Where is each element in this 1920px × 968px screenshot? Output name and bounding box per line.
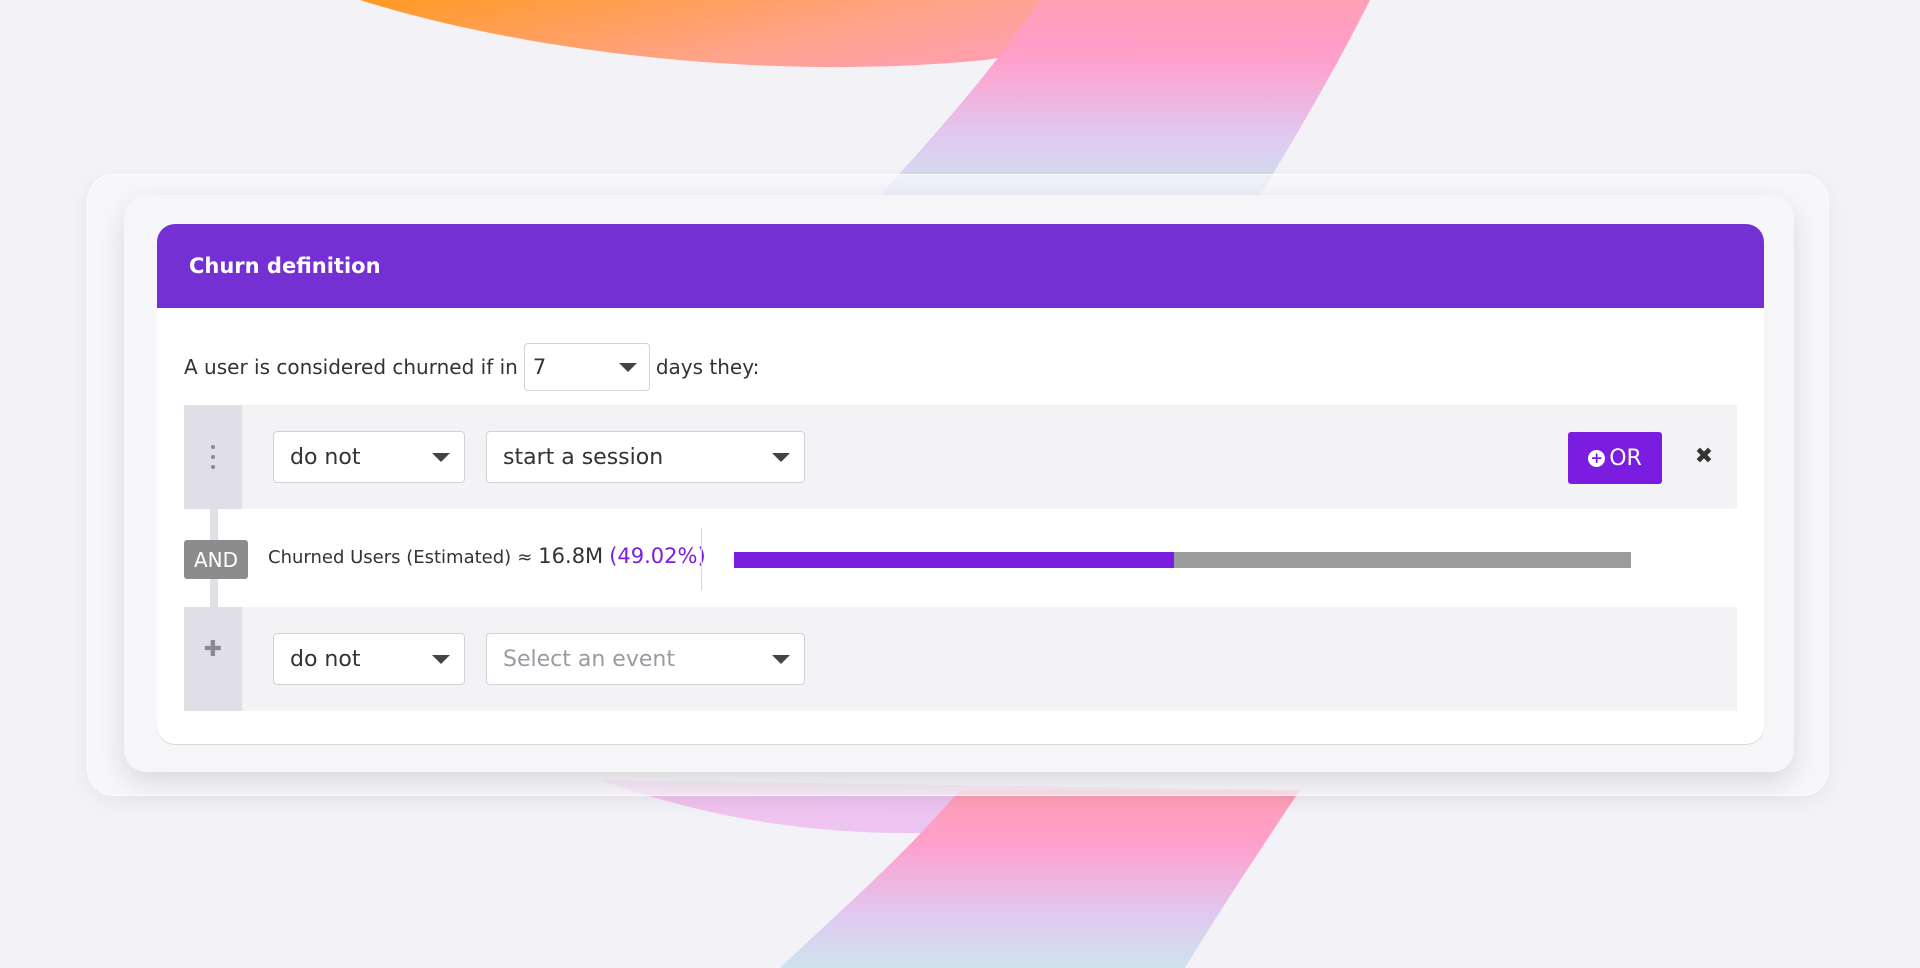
caret-down-icon [432,654,450,664]
condition-row: ✚ do not Select an event [184,607,1737,711]
modal-select[interactable]: do not [273,633,465,685]
and-badge: AND [184,540,248,579]
caret-down-icon [772,452,790,462]
modal-select[interactable]: do not [273,431,465,483]
plus-circle-icon: + [1588,449,1606,467]
churn-progress-fill [734,552,1174,568]
caret-down-icon [432,452,450,462]
close-icon[interactable]: ✖ [1689,441,1719,471]
caret-down-icon [772,654,790,664]
sentence-prefix: A user is considered churned if in [184,355,518,379]
modal-select-value: do not [290,646,361,672]
estimate-percent: (49.02%) [609,544,706,568]
event-select[interactable]: Select an event [486,633,805,685]
estimate-approx-sign: ≈ [517,547,533,568]
estimate-label: Churned Users (Estimated) [268,547,512,568]
estimate-value: 16.8M [538,544,604,568]
kebab-menu-icon [211,445,215,469]
panel-header: Churn definition [157,224,1764,308]
event-select[interactable]: start a session [486,431,805,483]
churn-definition-panel: Churn definition A user is considered ch… [157,224,1764,744]
or-button-label: OR [1609,445,1642,471]
estimate-divider [701,528,702,590]
row-drag-handle[interactable] [184,405,242,509]
or-button[interactable]: + OR [1568,432,1662,484]
panel-title: Churn definition [189,254,381,278]
and-badge-label: AND [193,547,239,572]
sentence-suffix: days they: [655,355,760,379]
churn-estimate: Churned Users (Estimated) ≈ 16.8M (49.02… [268,544,706,568]
days-select[interactable]: 7 [523,343,650,391]
days-select-value: 7 [532,355,547,379]
churn-sentence: A user is considered churned if in 7 day… [184,342,759,392]
plus-icon: ✚ [203,637,223,662]
event-select-placeholder: Select an event [503,646,675,672]
modal-select-value: do not [290,444,361,470]
event-select-value: start a session [503,444,664,470]
caret-down-icon [618,362,637,372]
condition-row: do not start a session + OR ✖ [184,405,1737,509]
churn-progress-bar [734,552,1631,568]
add-row-handle[interactable]: ✚ [184,607,242,711]
